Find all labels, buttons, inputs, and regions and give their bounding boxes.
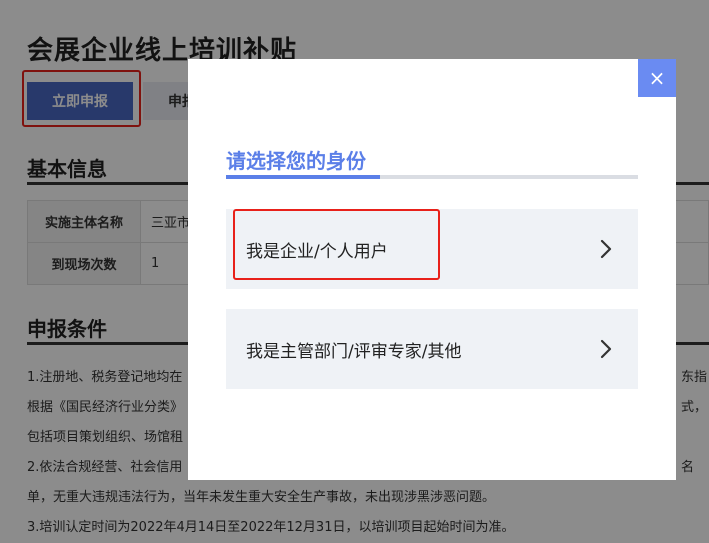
option-department-expert[interactable]: 我是主管部门/评审专家/其他 xyxy=(226,309,638,389)
option-highlight xyxy=(233,209,440,280)
close-icon: × xyxy=(648,66,666,90)
chevron-right-icon xyxy=(600,239,612,259)
identity-select-dialog: × 请选择您的身份 我是企业/个人用户 我是主管部门/评审专家/其他 xyxy=(188,59,676,480)
close-button[interactable]: × xyxy=(638,59,676,97)
chevron-right-icon xyxy=(600,339,612,359)
dialog-title: 请选择您的身份 xyxy=(226,149,366,173)
option-label: 我是主管部门/评审专家/其他 xyxy=(246,341,462,362)
title-underline-accent xyxy=(226,175,380,179)
